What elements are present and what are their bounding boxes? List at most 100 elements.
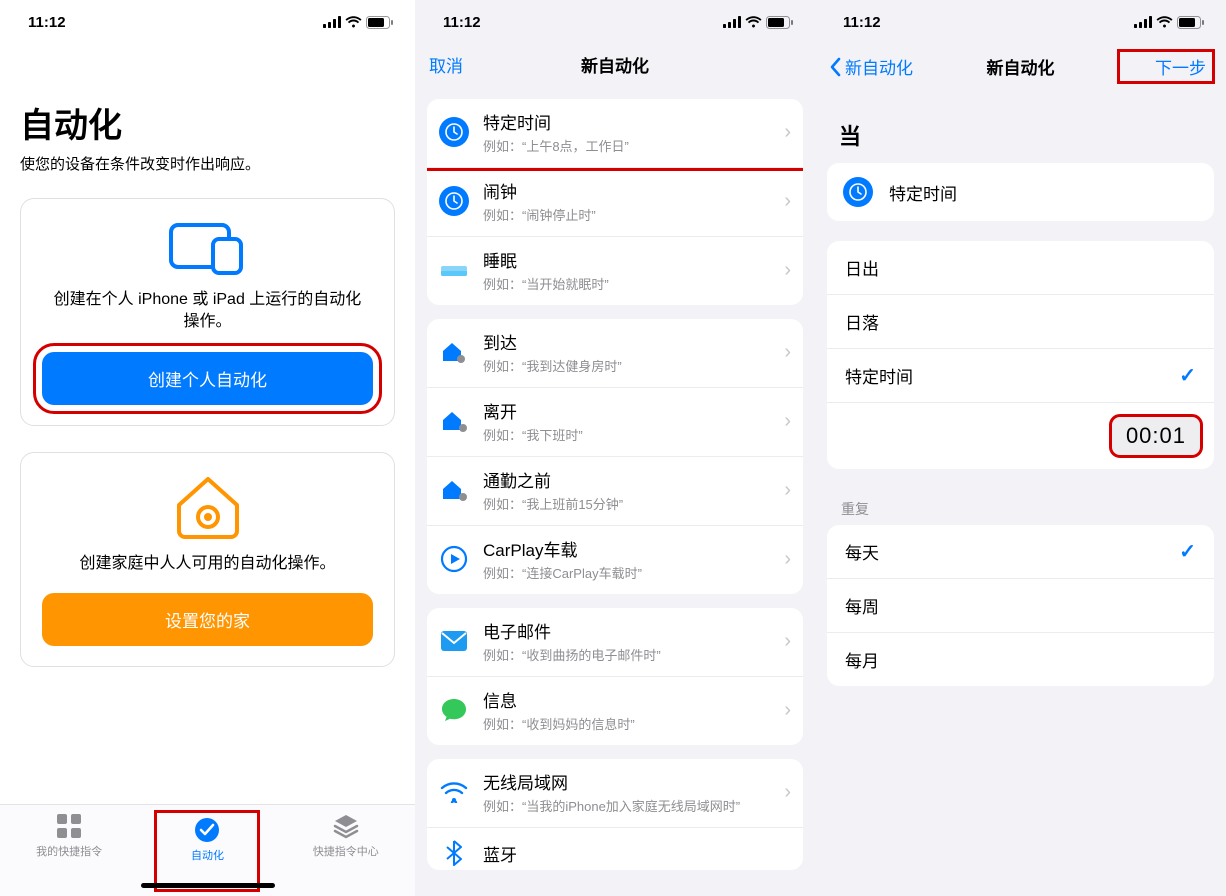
- home-automation-card: 创建家庭中人人可用的自动化操作。 设置您的家: [20, 452, 395, 667]
- arrive-icon: [439, 339, 469, 365]
- automation-icon: [194, 817, 220, 843]
- repeat-label: 重复: [815, 469, 1226, 523]
- nav-title: 新自动化: [521, 52, 709, 77]
- status-time: 11:12: [843, 14, 881, 31]
- trigger-group-communication: 电子邮件例如：“收到曲扬的电子邮件时” › 信息例如：“收到妈妈的信息时” ›: [427, 608, 803, 745]
- tab-automation[interactable]: 自动化: [157, 813, 257, 889]
- commute-icon: [439, 477, 469, 503]
- trigger-sub: 例如：“当我的iPhone加入家庭无线局域网时”: [483, 796, 776, 815]
- trigger-title: CarPlay车载: [483, 536, 776, 561]
- trigger-sub: 例如：“我上班前15分钟”: [483, 494, 776, 513]
- status-bar: 11:12: [415, 0, 815, 44]
- message-icon: [440, 697, 468, 723]
- trigger-message[interactable]: 信息例如：“收到妈妈的信息时” ›: [427, 677, 803, 745]
- trigger-sub: 例如：“闹钟停止时”: [483, 205, 776, 224]
- chevron-right-icon: ›: [784, 190, 791, 213]
- time-of-day-config-screen: 11:12 新自动化 新自动化 下一步 当 特定时间 日出 日落 特定时间 ✓: [815, 0, 1226, 896]
- tab-gallery[interactable]: 快捷指令中心: [296, 813, 396, 859]
- when-label: 当: [815, 89, 1226, 157]
- status-right: [323, 16, 393, 29]
- nav-title: 新自动化: [921, 54, 1120, 79]
- page-subtitle: 使您的设备在条件改变时作出响应。: [0, 153, 415, 198]
- trigger-alarm[interactable]: 闹钟例如：“闹钟停止时” ›: [427, 168, 803, 237]
- chevron-right-icon: ›: [784, 548, 791, 571]
- bluetooth-icon: [445, 840, 463, 866]
- status-right: [1134, 16, 1204, 29]
- option-label: 每周: [845, 593, 879, 618]
- clock-icon: [849, 183, 867, 201]
- tab-automation-label: 自动化: [191, 847, 224, 863]
- chevron-right-icon: ›: [784, 341, 791, 364]
- chevron-right-icon: ›: [784, 781, 791, 804]
- next-button[interactable]: 下一步: [1120, 52, 1212, 81]
- option-label: 每天: [845, 539, 879, 564]
- cellular-icon: [323, 16, 341, 28]
- create-personal-automation-button[interactable]: 创建个人自动化: [42, 352, 374, 405]
- shortcuts-icon: [56, 813, 82, 839]
- tab-bar: 我的快捷指令 自动化 快捷指令中心: [0, 804, 415, 896]
- wifi-icon: [440, 781, 468, 803]
- trigger-sub: 例如：“收到曲扬的电子邮件时”: [483, 645, 776, 664]
- cancel-button[interactable]: 取消: [429, 52, 521, 77]
- trigger-title: 到达: [483, 329, 776, 354]
- status-time: 11:12: [28, 14, 66, 31]
- nav-header: 取消 新自动化: [415, 44, 815, 85]
- clock-icon: [445, 123, 463, 141]
- battery-icon: [1177, 16, 1204, 29]
- cellular-icon: [1134, 16, 1152, 28]
- back-button[interactable]: 新自动化: [829, 54, 921, 79]
- trigger-title: 无线局域网: [483, 769, 776, 794]
- time-options-group: 日出 日落 特定时间 ✓ 00:01: [827, 241, 1214, 469]
- trigger-title: 睡眠: [483, 247, 776, 272]
- trigger-sub: 例如：“收到妈妈的信息时”: [483, 714, 776, 733]
- trigger-leave[interactable]: 离开例如：“我下班时” ›: [427, 388, 803, 457]
- home-icon: [173, 475, 243, 539]
- bed-icon: [439, 260, 469, 280]
- trigger-wifi[interactable]: 无线局域网例如：“当我的iPhone加入家庭无线局域网时” ›: [427, 759, 803, 828]
- personal-card-desc: 创建在个人 iPhone 或 iPad 上运行的自动化操作。: [31, 275, 384, 352]
- option-label: 日出: [845, 255, 879, 280]
- setup-home-button[interactable]: 设置您的家: [42, 593, 374, 646]
- repeat-monthly[interactable]: 每月: [827, 633, 1214, 686]
- time-picker-row: 00:01: [827, 403, 1214, 469]
- trigger-title: 特定时间: [483, 109, 776, 134]
- trigger-sub: 例如：“我下班时”: [483, 425, 776, 444]
- tab-gallery-label: 快捷指令中心: [313, 843, 379, 859]
- trigger-carplay[interactable]: CarPlay车载例如：“连接CarPlay车载时” ›: [427, 526, 803, 594]
- trigger-bluetooth[interactable]: 蓝牙: [427, 828, 803, 870]
- checkmark-icon: ✓: [1179, 363, 1196, 388]
- page-title: 自动化: [0, 44, 415, 153]
- battery-icon: [366, 16, 393, 29]
- trigger-email[interactable]: 电子邮件例如：“收到曲扬的电子邮件时” ›: [427, 608, 803, 677]
- carplay-icon: [440, 545, 468, 573]
- trigger-sleep[interactable]: 睡眠例如：“当开始就眠时” ›: [427, 237, 803, 305]
- option-specific-time[interactable]: 特定时间 ✓: [827, 349, 1214, 403]
- trigger-title: 通勤之前: [483, 467, 776, 492]
- trigger-title: 闹钟: [483, 178, 776, 203]
- trigger-title: 信息: [483, 687, 776, 712]
- trigger-time-of-day[interactable]: 特定时间例如：“上午8点，工作日” ›: [427, 99, 803, 168]
- new-automation-trigger-screen: 11:12 取消 新自动化 特定时间例如：“上午8点，工作日” › 闹钟例如：“…: [415, 0, 815, 896]
- option-sunset[interactable]: 日落: [827, 295, 1214, 349]
- trigger-sub: 例如：“当开始就眠时”: [483, 274, 776, 293]
- back-label: 新自动化: [845, 54, 913, 79]
- chevron-right-icon: ›: [784, 259, 791, 282]
- automation-home-screen: 11:12 自动化 使您的设备在条件改变时作出响应。 创建在个人 iPhone …: [0, 0, 415, 896]
- time-value-input[interactable]: 00:01: [1112, 417, 1200, 455]
- chevron-left-icon: [829, 57, 841, 77]
- status-bar: 11:12: [815, 0, 1226, 44]
- selected-trigger-row: 特定时间: [827, 163, 1214, 221]
- repeat-weekly[interactable]: 每周: [827, 579, 1214, 633]
- trigger-commute[interactable]: 通勤之前例如：“我上班前15分钟” ›: [427, 457, 803, 526]
- repeat-daily[interactable]: 每天 ✓: [827, 525, 1214, 579]
- gallery-icon: [333, 813, 359, 839]
- option-sunrise[interactable]: 日出: [827, 241, 1214, 295]
- trigger-arrive[interactable]: 到达例如：“我到达健身房时” ›: [427, 319, 803, 388]
- home-card-desc: 创建家庭中人人可用的自动化操作。: [59, 539, 355, 593]
- cellular-icon: [723, 16, 741, 28]
- chevron-right-icon: ›: [784, 630, 791, 653]
- trigger-sub: 例如：“我到达健身房时”: [483, 356, 776, 375]
- trigger-group-location: 到达例如：“我到达健身房时” › 离开例如：“我下班时” › 通勤之前例如：“我…: [427, 319, 803, 594]
- devices-icon: [169, 221, 247, 275]
- tab-shortcuts[interactable]: 我的快捷指令: [19, 813, 119, 859]
